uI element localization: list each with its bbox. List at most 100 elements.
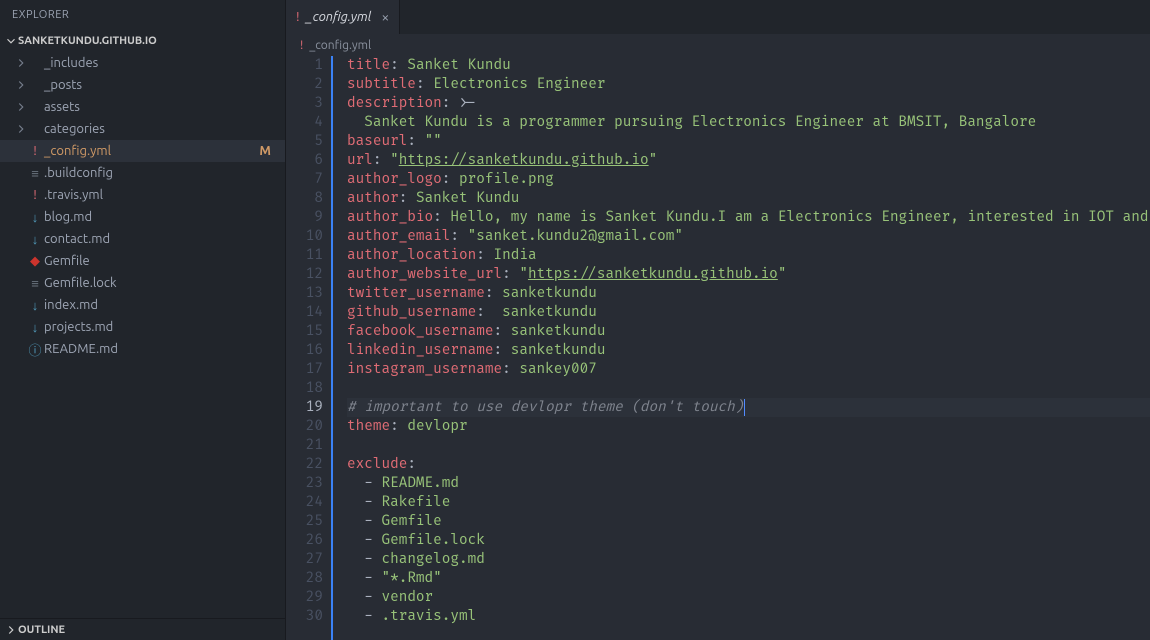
file-item[interactable]: ≡Gemfile.lock bbox=[0, 272, 285, 294]
explorer-title: Explorer bbox=[12, 9, 69, 21]
code-line[interactable]: author_bio: Hello, my name is Sanket Kun… bbox=[347, 208, 1150, 227]
line-number: 14 bbox=[286, 303, 323, 322]
line-number: 5 bbox=[286, 132, 323, 151]
editor-tab[interactable]: ! _config.yml × bbox=[286, 0, 400, 34]
code-line[interactable]: - README.md bbox=[347, 474, 1150, 493]
code-line[interactable]: # important to use devlopr theme (don't … bbox=[347, 398, 1150, 417]
code-line[interactable]: exclude: bbox=[347, 455, 1150, 474]
line-number: 7 bbox=[286, 170, 323, 189]
folder-item[interactable]: assets bbox=[0, 96, 285, 118]
code-line[interactable]: description: >- bbox=[347, 94, 1150, 113]
code-line[interactable]: - changelog.md bbox=[347, 550, 1150, 569]
file-icon: ↓ bbox=[26, 298, 44, 313]
file-icon: ↓ bbox=[26, 320, 44, 335]
line-number: 19 bbox=[286, 398, 323, 417]
line-number: 18 bbox=[286, 379, 323, 398]
chevron-right-icon bbox=[14, 56, 26, 70]
explorer-panel-header: Explorer bbox=[0, 0, 285, 30]
explorer-sidebar: Explorer sanketkundu.github.io _includes… bbox=[0, 0, 286, 640]
code-line[interactable]: author_website_url: "https://sanketkundu… bbox=[347, 265, 1150, 284]
file-icon: ≡ bbox=[26, 166, 44, 181]
file-tree: _includes_postsassetscategories!_config.… bbox=[0, 52, 285, 618]
code-line[interactable]: - "*.Rmd" bbox=[347, 569, 1150, 588]
item-label: blog.md bbox=[44, 210, 275, 224]
code-line[interactable]: linkedin_username: sanketkundu bbox=[347, 341, 1150, 360]
code-line[interactable]: instagram_username: sankey007 bbox=[347, 360, 1150, 379]
code-line[interactable]: facebook_username: sanketkundu bbox=[347, 322, 1150, 341]
line-number: 17 bbox=[286, 360, 323, 379]
line-number: 1 bbox=[286, 56, 323, 75]
code-line[interactable]: theme: devlopr bbox=[347, 417, 1150, 436]
line-number: 23 bbox=[286, 474, 323, 493]
chevron-down-icon bbox=[4, 34, 18, 48]
item-label: .buildconfig bbox=[44, 166, 275, 180]
item-label: _config.yml bbox=[44, 144, 259, 158]
breadcrumb[interactable]: ! _config.yml bbox=[286, 34, 1150, 56]
item-label: categories bbox=[44, 122, 275, 136]
outline-section-header[interactable]: Outline bbox=[0, 618, 285, 640]
code-line[interactable]: title: Sanket Kundu bbox=[347, 56, 1150, 75]
outline-label: Outline bbox=[18, 624, 65, 636]
code-line[interactable]: - Gemfile.lock bbox=[347, 531, 1150, 550]
line-number: 3 bbox=[286, 94, 323, 113]
project-section-header[interactable]: sanketkundu.github.io bbox=[0, 30, 285, 52]
file-item[interactable]: !.travis.yml bbox=[0, 184, 285, 206]
code-line[interactable]: - Rakefile bbox=[347, 493, 1150, 512]
code-content[interactable]: title: Sanket Kundusubtitle: Electronics… bbox=[347, 56, 1150, 640]
folder-item[interactable]: _posts bbox=[0, 74, 285, 96]
folder-item[interactable]: _includes bbox=[0, 52, 285, 74]
line-number: 13 bbox=[286, 284, 323, 303]
file-icon: ↓ bbox=[26, 210, 44, 225]
file-icon: ⓘ bbox=[26, 340, 44, 359]
file-item[interactable]: ↓projects.md bbox=[0, 316, 285, 338]
file-icon: ◆ bbox=[26, 254, 44, 269]
item-label: _posts bbox=[44, 78, 275, 92]
item-label: Gemfile bbox=[44, 254, 275, 268]
line-number: 16 bbox=[286, 341, 323, 360]
code-line[interactable]: author: Sanket Kundu bbox=[347, 189, 1150, 208]
chevron-right-icon bbox=[14, 122, 26, 136]
file-item[interactable]: !_config.ymlM bbox=[0, 140, 285, 162]
item-label: assets bbox=[44, 100, 275, 114]
line-number: 6 bbox=[286, 151, 323, 170]
code-line[interactable]: Sanket Kundu is a programmer pursuing El… bbox=[347, 113, 1150, 132]
text-cursor bbox=[744, 399, 745, 416]
line-number: 4 bbox=[286, 113, 323, 132]
code-line[interactable] bbox=[347, 436, 1150, 455]
file-item[interactable]: ⓘREADME.md bbox=[0, 338, 285, 360]
code-line[interactable]: url: "https://sanketkundu.github.io" bbox=[347, 151, 1150, 170]
file-item[interactable]: ↓contact.md bbox=[0, 228, 285, 250]
folder-item[interactable]: categories bbox=[0, 118, 285, 140]
chevron-right-icon bbox=[14, 78, 26, 92]
chevron-right-icon bbox=[14, 100, 26, 114]
chevron-right-icon bbox=[4, 623, 18, 637]
line-number: 11 bbox=[286, 246, 323, 265]
item-label: Gemfile.lock bbox=[44, 276, 275, 290]
code-line[interactable]: baseurl: "" bbox=[347, 132, 1150, 151]
code-line[interactable]: - .travis.yml bbox=[347, 607, 1150, 626]
indent-guide bbox=[331, 56, 333, 640]
code-line[interactable]: subtitle: Electronics Engineer bbox=[347, 75, 1150, 94]
breadcrumb-label: _config.yml bbox=[309, 39, 371, 52]
close-icon[interactable]: × bbox=[381, 9, 389, 25]
file-icon: ! bbox=[26, 144, 44, 158]
file-item[interactable]: ↓index.md bbox=[0, 294, 285, 316]
code-line[interactable] bbox=[347, 379, 1150, 398]
code-line[interactable]: author_email: "sanket.kundu2@gmail.com" bbox=[347, 227, 1150, 246]
code-line[interactable]: author_logo: profile.png bbox=[347, 170, 1150, 189]
code-editor[interactable]: 1234567891011121314151617181920212223242… bbox=[286, 56, 1150, 640]
code-line[interactable]: github_username: sanketkundu bbox=[347, 303, 1150, 322]
code-line[interactable]: twitter_username: sanketkundu bbox=[347, 284, 1150, 303]
code-line[interactable]: - Gemfile bbox=[347, 512, 1150, 531]
file-item[interactable]: ↓blog.md bbox=[0, 206, 285, 228]
code-line[interactable]: author_location: India bbox=[347, 246, 1150, 265]
line-number: 2 bbox=[286, 75, 323, 94]
file-item[interactable]: ◆Gemfile bbox=[0, 250, 285, 272]
tab-label: _config.yml bbox=[306, 10, 372, 24]
file-item[interactable]: ≡.buildconfig bbox=[0, 162, 285, 184]
yaml-file-icon: ! bbox=[300, 39, 303, 52]
line-gutter: 1234567891011121314151617181920212223242… bbox=[286, 56, 331, 640]
editor-pane: ! _config.yml × ! _config.yml 1234567891… bbox=[286, 0, 1150, 640]
code-line[interactable]: - vendor bbox=[347, 588, 1150, 607]
line-number: 30 bbox=[286, 607, 323, 626]
